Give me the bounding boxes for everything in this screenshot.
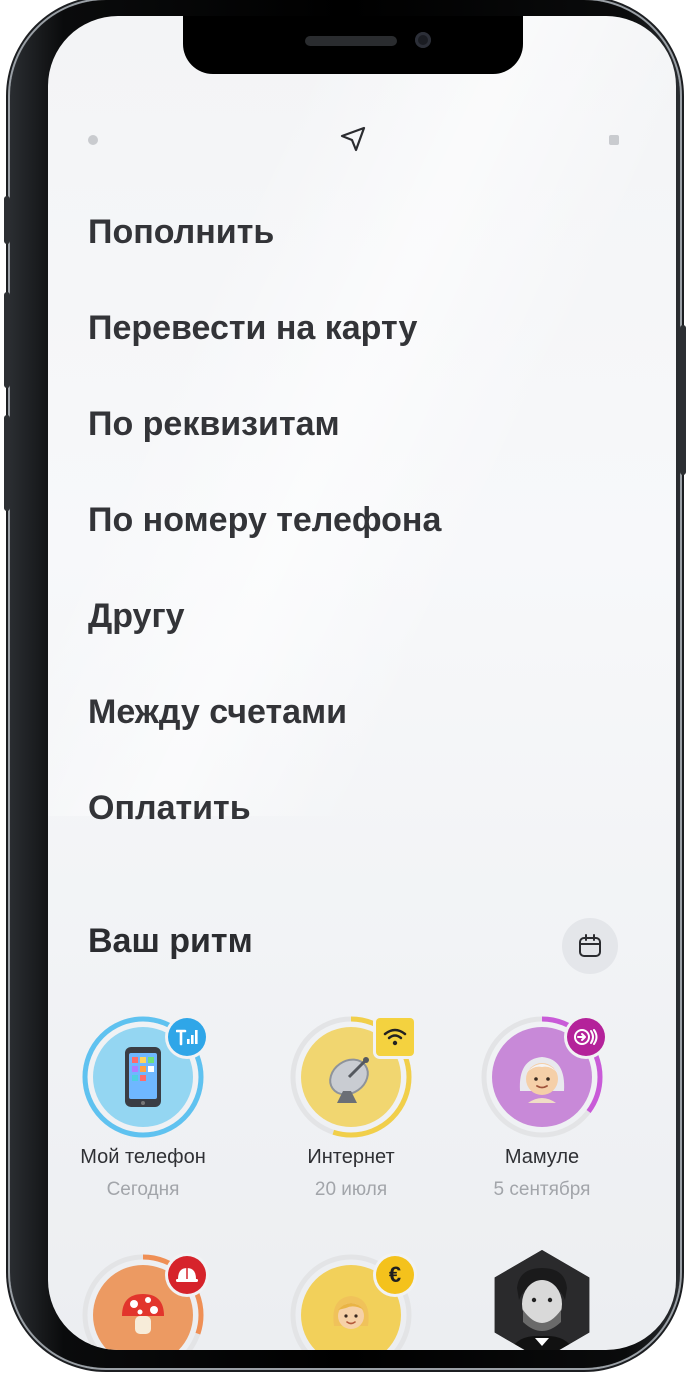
mushroom-icon (122, 1294, 164, 1334)
rhythm-tile-euro[interactable]: € (256, 1254, 446, 1350)
calendar-icon (579, 934, 601, 957)
rhythm-tile-internet[interactable]: Интернет 20 июля (256, 1016, 446, 1201)
rhythm-tile-mom[interactable]: Мамуле 5 сентября (447, 1016, 637, 1201)
rhythm-tile-date: 20 июля (314, 1179, 388, 1200)
menu-item-by-requisites[interactable]: По реквизитам (88, 398, 441, 494)
menu-item-transfer-to-card[interactable]: Перевести на карту (88, 302, 441, 398)
status-indicator-left (88, 135, 98, 145)
contact-photo-avatar (494, 1250, 590, 1350)
rhythm-section-title: Ваш ритм (88, 922, 253, 960)
signal-icon (176, 1029, 198, 1046)
rhythm-tile-title: Мамуле (504, 1146, 580, 1168)
wifi-icon (383, 1028, 407, 1046)
screen: Пополнить Перевести на карту По реквизит… (48, 16, 676, 1350)
volume-down-button (4, 415, 10, 511)
menu-item-to-friend[interactable]: Другу (88, 590, 441, 686)
helmet-icon (176, 1268, 198, 1282)
girl-emoji-icon (333, 1296, 369, 1329)
mute-switch (4, 196, 10, 244)
rhythm-tile-title: Интернет (307, 1146, 395, 1168)
front-camera (415, 32, 431, 48)
menu-item-top-up[interactable]: Пополнить (88, 206, 441, 302)
calendar-button[interactable] (562, 918, 618, 974)
speaker (305, 36, 397, 46)
person-photo-icon (494, 1250, 590, 1350)
rhythm-tile-contact-photo[interactable] (447, 1250, 637, 1350)
menu-item-pay[interactable]: Оплатить (88, 782, 441, 878)
volume-up-button (4, 292, 10, 388)
euro-badge: € (376, 1256, 414, 1294)
rhythm-tile-date: Сегодня (106, 1179, 180, 1200)
rhythm-tile-date: 5 сентября (493, 1179, 591, 1200)
wifi-badge (376, 1018, 414, 1056)
euro-icon: € (388, 1262, 402, 1287)
satellite-dish-icon (329, 1057, 369, 1103)
notch (183, 16, 523, 74)
power-button (680, 325, 686, 475)
transfer-arrow-icon (574, 1029, 598, 1045)
rhythm-tile-title: Мой телефон (80, 1146, 206, 1168)
actions-menu: Пополнить Перевести на карту По реквизит… (88, 206, 441, 878)
helmet-badge (168, 1256, 206, 1294)
rhythm-tile-my-phone[interactable]: Мой телефон Сегодня (48, 1016, 238, 1201)
phone-frame: Пополнить Перевести на карту По реквизит… (4, 0, 686, 1368)
status-indicator-right (609, 135, 619, 145)
location-arrow-icon (340, 126, 366, 152)
signal-badge (168, 1018, 206, 1056)
menu-item-by-phone-number[interactable]: По номеру телефона (88, 494, 441, 590)
rhythm-tile-mushroom[interactable] (48, 1254, 238, 1350)
transfer-badge (567, 1018, 605, 1056)
menu-item-between-accounts[interactable]: Между счетами (88, 686, 441, 782)
grandmother-emoji-icon (519, 1057, 565, 1103)
mobile-phone-icon (125, 1047, 161, 1107)
